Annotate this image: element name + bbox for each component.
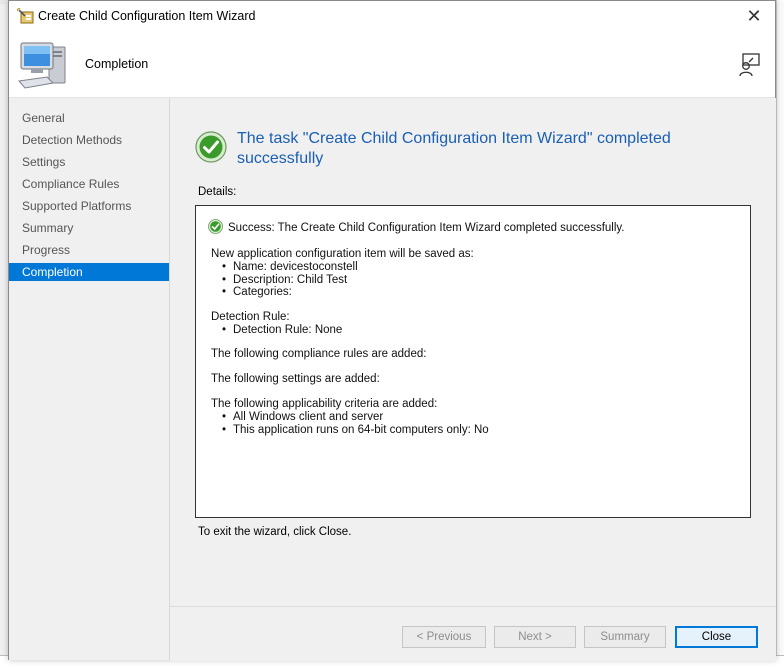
settings-heading: The following settings are added: [211,373,380,385]
nav-item-supported-platforms[interactable]: Supported Platforms [9,197,169,215]
nav-item-compliance-rules[interactable]: Compliance Rules [9,175,169,193]
nav-item-progress[interactable]: Progress [9,241,169,259]
status-title: The task "Create Child Configuration Ite… [237,130,671,167]
success-text: Success: The Create Child Configuration … [228,222,625,234]
window-title: Create Child Configuration Item Wizard [38,9,256,23]
compliance-section: The following compliance rules are added… [211,348,426,361]
next-button[interactable]: Next > [494,626,576,648]
previous-button[interactable]: < Previous [402,626,486,648]
computer-icon [18,42,66,89]
wizard-content: The task "Create Child Configuration Ite… [170,98,776,606]
close-window-button[interactable]: ✕ [739,3,769,29]
wizard-footer: < Previous Next > Summary Close [170,606,776,661]
saved-as-section: New application configuration item will … [211,248,474,299]
nav-item-detection-methods[interactable]: Detection Methods [9,131,169,149]
success-check-icon [195,131,227,163]
applicability-item-64bit: This application runs on 64-bit computer… [222,424,489,437]
wizard-navigation: General Detection Methods Settings Compl… [9,98,170,660]
saved-as-heading: New application configuration item will … [211,248,474,260]
saved-as-item-description: Description: Child Test [222,274,474,287]
compliance-heading: The following compliance rules are added… [211,348,427,360]
detection-heading: Detection Rule: [211,311,290,323]
nav-item-general[interactable]: General [9,109,169,127]
nav-item-completion[interactable]: Completion [9,263,169,281]
wizard-header: Completion [9,31,775,98]
summary-button[interactable]: Summary [584,626,666,648]
page-title: Completion [85,57,149,71]
background-app-right-strip [776,0,784,668]
detection-section: Detection Rule: Detection Rule: None [211,311,342,337]
help-icon[interactable] [737,53,761,77]
details-label: Details: [198,186,237,198]
applicability-heading: The following applicability criteria are… [211,398,438,410]
saved-as-item-categories: Categories: [222,286,474,299]
detection-item: Detection Rule: None [222,324,342,337]
applicability-section: The following applicability criteria are… [211,398,489,436]
saved-as-item-name: Name: devicestoconstell [222,261,474,274]
close-button[interactable]: Close [675,626,758,648]
title-bar: Create Child Configuration Item Wizard ✕ [9,1,775,31]
success-small-icon [208,219,223,234]
wizard-icon [17,8,34,24]
nav-item-summary[interactable]: Summary [9,219,169,237]
applicability-item-platform: All Windows client and server [222,411,489,424]
details-box: Success: The Create Child Configuration … [195,205,751,518]
wizard-dialog: Create Child Configuration Item Wizard ✕… [8,0,776,661]
settings-section: The following settings are added: [211,373,380,386]
nav-item-settings[interactable]: Settings [9,153,169,171]
exit-instructions: To exit the wizard, click Close. [198,526,352,538]
